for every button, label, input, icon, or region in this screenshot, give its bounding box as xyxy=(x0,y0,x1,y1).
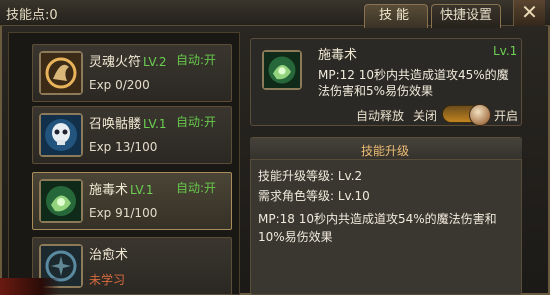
skill-name: 治愈术 xyxy=(89,248,129,263)
detail-skill-level: Lv.1 xyxy=(493,44,518,58)
detail-skill-name: 施毒术 xyxy=(318,48,358,63)
auto-cast-on-label: 开启 xyxy=(494,109,519,123)
auto-cast-label: 自动释放 xyxy=(356,109,405,123)
skill-name: 灵魂火符 LV.2 xyxy=(89,55,167,70)
poison-icon xyxy=(262,50,302,90)
auto-cast-off-label: 关闭 xyxy=(413,109,438,123)
skill-exp: Exp 13/100 xyxy=(89,140,158,154)
detail-description: MP:12 10秒内共造成道攻45%的魔法伤害和5%易伤效果 xyxy=(318,68,509,98)
close-icon: ✕ xyxy=(521,0,538,24)
upgrade-title: 技能升级 xyxy=(361,144,410,158)
skill-item-soul-fire[interactable]: 灵魂火符 LV.2 自动:开 Exp 0/200 xyxy=(32,44,232,102)
skill-exp: Exp 91/100 xyxy=(89,206,158,220)
poison-icon xyxy=(39,179,83,223)
auto-status: 自动:开 xyxy=(176,115,217,129)
upgrade-description: MP:18 10秒内共造成道攻54%的魔法伤害和10%易伤效果 xyxy=(258,212,497,244)
skill-name: 召唤骷髅 LV.1 xyxy=(89,117,167,132)
auto-cast-toggle[interactable] xyxy=(442,104,491,126)
close-button[interactable]: ✕ xyxy=(513,0,545,26)
tab-skills[interactable]: 技能 xyxy=(364,4,428,28)
decorative-corner xyxy=(0,278,60,295)
skill-item-heal[interactable]: 治愈术 未学习 xyxy=(32,237,232,295)
upgrade-skill-level: 技能升级等级: Lv.2 xyxy=(258,169,363,183)
fire-talisman-icon xyxy=(39,51,83,95)
auto-status: 自动:开 xyxy=(176,53,217,67)
unlearned-status: 未学习 xyxy=(89,273,126,287)
skill-item-summon-skeleton[interactable]: 召唤骷髅 LV.1 自动:开 Exp 13/100 xyxy=(32,106,232,164)
tab-quick-settings[interactable]: 快捷设置 xyxy=(431,4,501,28)
skill-exp: Exp 0/200 xyxy=(89,78,150,92)
skill-item-poison[interactable]: 施毒术 LV.1 自动:开 Exp 91/100 xyxy=(32,172,232,230)
upgrade-role-level: 需求角色等级: Lv.10 xyxy=(258,189,370,203)
skill-name: 施毒术 LV.1 xyxy=(89,183,154,198)
skill-points: 技能点:0 xyxy=(6,8,58,23)
auto-status: 自动:开 xyxy=(176,181,217,195)
toggle-knob[interactable] xyxy=(469,104,491,126)
skull-icon xyxy=(39,113,83,157)
